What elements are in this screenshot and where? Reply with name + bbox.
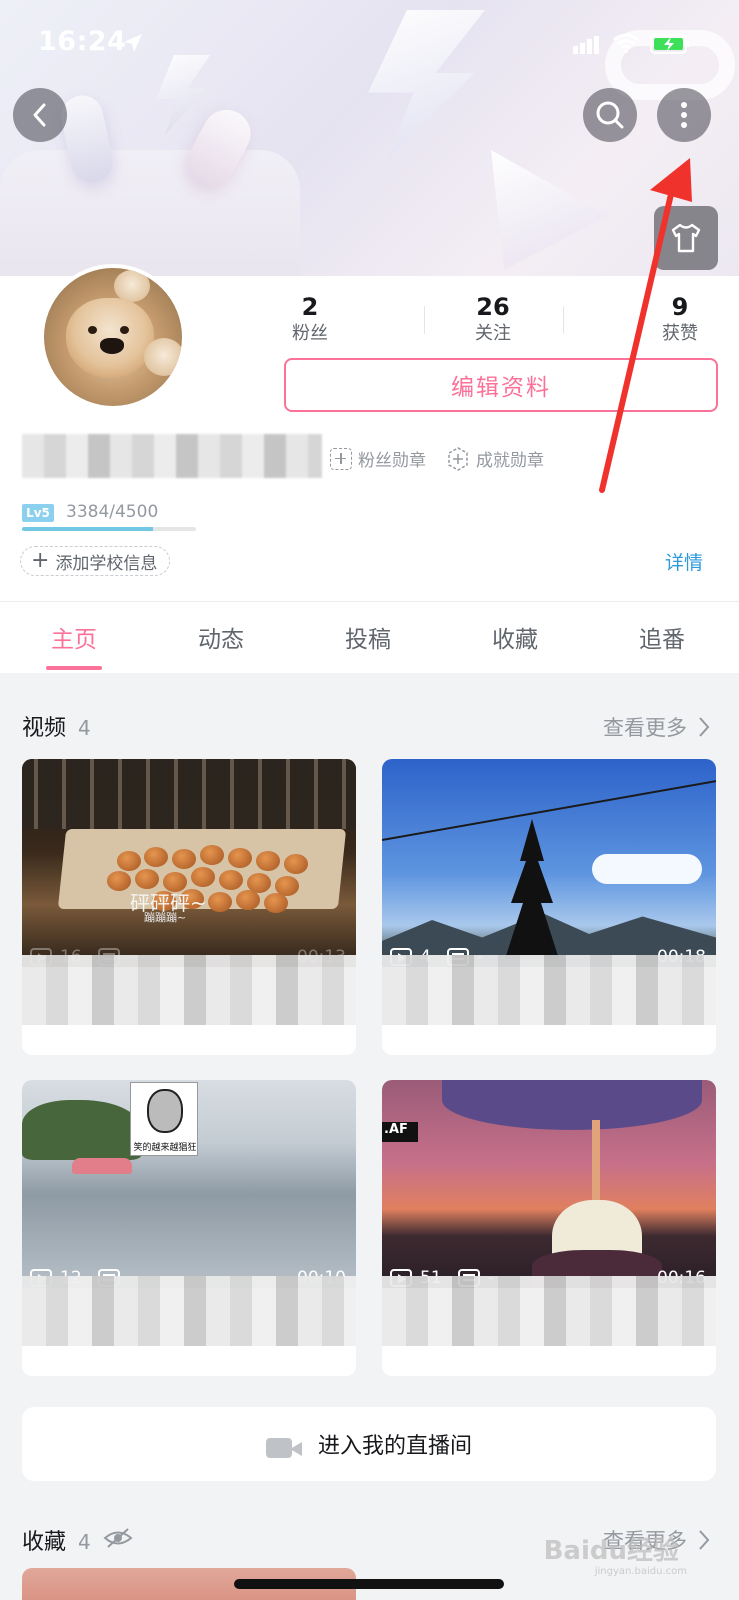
add-icon (330, 447, 352, 470)
search-button[interactable] (583, 88, 637, 142)
more-vertical-icon (681, 102, 687, 128)
video-card[interactable]: 笑的越来越猖狂 12 - 00:10 (22, 1080, 356, 1376)
back-button[interactable] (13, 88, 67, 142)
add-school-button[interactable]: + 添加学校信息 (20, 546, 171, 576)
video-thumbnail: 笑的越来越猖狂 (22, 1080, 356, 1288)
achievement-medal-label: 成就勋章 (476, 451, 544, 471)
following-label: 关注 (475, 323, 511, 344)
banner-decoration (0, 150, 300, 282)
tab-bangumi[interactable]: 追番 (612, 620, 712, 654)
fans-stat[interactable]: 2 粉丝 (265, 292, 355, 346)
chevron-right-icon (699, 1530, 710, 1550)
tab-favorites[interactable]: 收藏 (465, 620, 565, 654)
divider (424, 306, 425, 334)
banner-decoration (368, 10, 485, 160)
following-stat[interactable]: 26 关注 (448, 292, 538, 346)
medal-add-icon (448, 446, 468, 471)
video-card[interactable]: 砰砰砰~ 蹦蹦蹦~ 16 - 00:13 (22, 759, 356, 1055)
favorites-title: 收藏 (22, 1530, 67, 1555)
camera-icon (265, 1430, 302, 1458)
location-arrow-icon (124, 34, 142, 52)
tshirt-icon (671, 223, 701, 253)
level-badge: Lv5 (22, 504, 54, 522)
video-title-redacted (382, 955, 716, 1025)
avatar-image-detail (144, 338, 182, 376)
tab-uploads[interactable]: 投稿 (318, 620, 418, 654)
video-overlay-subtext: 蹦蹦蹦~ (144, 911, 187, 924)
plus-icon: + (31, 548, 50, 573)
video-thumbnail: 砰砰砰~ 蹦蹦蹦~ (22, 759, 356, 967)
video-thumbnail (382, 759, 716, 967)
banner-decoration (156, 55, 210, 135)
videos-title: 视频 (22, 716, 67, 741)
exp-text: 3384/4500 (66, 502, 159, 522)
achievement-medal-button[interactable]: 成就勋章 (446, 446, 544, 471)
video-corner-tag: .AF (382, 1122, 418, 1142)
avatar-image-detail (66, 298, 154, 378)
battery-charging-icon (650, 34, 690, 54)
tab-dynamics[interactable]: 动态 (171, 620, 271, 654)
search-icon (596, 101, 624, 129)
fans-count: 2 (301, 293, 319, 321)
exp-progress-fill (22, 527, 153, 531)
edit-profile-button[interactable]: 编辑资料 (284, 358, 718, 412)
video-thumbnail: .AF (382, 1080, 716, 1288)
video-card[interactable]: .AF 51 - 00:16 (382, 1080, 716, 1376)
username-redacted (22, 434, 322, 478)
add-school-label: 添加学校信息 (55, 553, 158, 574)
profile-banner: 16:24 (0, 0, 739, 282)
avatar[interactable] (40, 264, 186, 410)
avatar-image-detail (114, 270, 150, 302)
eye-hidden-icon (103, 1528, 133, 1548)
profile-header: 2 粉丝 26 关注 9 获赞 编辑资料 粉丝勋章 成就勋章 Lv5 3384/… (0, 264, 739, 601)
divider (563, 306, 564, 334)
details-link[interactable]: 详情 (665, 548, 703, 575)
home-indicator (234, 1579, 504, 1589)
likes-stat[interactable]: 9 获赞 (635, 292, 725, 346)
likes-count: 9 (671, 293, 689, 321)
dress-up-button[interactable] (654, 206, 718, 270)
videos-section-title: 视频 4 (22, 710, 91, 742)
more-options-button[interactable] (657, 88, 711, 142)
tab-home[interactable]: 主页 (24, 620, 124, 654)
video-title-redacted (22, 955, 356, 1025)
video-title-redacted (22, 1276, 356, 1346)
profile-stats: 2 粉丝 26 关注 9 获赞 (270, 292, 730, 348)
fans-label: 粉丝 (292, 323, 328, 344)
see-more-label: 查看更多 (603, 716, 687, 740)
fans-medal-label: 粉丝勋章 (358, 451, 426, 471)
meme-sticker: 笑的越来越猖狂 (130, 1082, 198, 1156)
chevron-left-icon (33, 103, 46, 127)
meme-caption: 笑的越来越猖狂 (133, 1143, 197, 1153)
enter-live-room-button[interactable]: 进入我的直播间 (22, 1407, 716, 1481)
videos-see-more-link[interactable]: 查看更多 (603, 712, 711, 742)
active-tab-indicator (46, 666, 102, 670)
videos-count: 4 (78, 716, 91, 740)
favorites-section-title: 收藏 4 (22, 1524, 133, 1556)
video-title-redacted (382, 1276, 716, 1346)
watermark-url: jingyan.baidu.com (594, 1566, 687, 1577)
profile-tabs: 主页 动态 投稿 收藏 追番 (0, 601, 739, 673)
watermark: Baidu经验 (543, 1536, 679, 1566)
favorites-count: 4 (78, 1530, 91, 1554)
likes-label: 获赞 (662, 323, 698, 344)
fans-medal-button[interactable]: 粉丝勋章 (330, 446, 426, 471)
chevron-right-icon (699, 717, 710, 737)
live-room-label: 进入我的直播间 (317, 1434, 472, 1459)
wifi-icon (613, 33, 639, 53)
video-card[interactable]: 4 - 00:18 (382, 759, 716, 1055)
exp-progress-bar (22, 527, 196, 531)
banner-decoration (491, 150, 608, 270)
following-count: 26 (476, 293, 510, 321)
cellular-signal-icon (573, 36, 599, 54)
status-time: 16:24 (38, 26, 127, 57)
